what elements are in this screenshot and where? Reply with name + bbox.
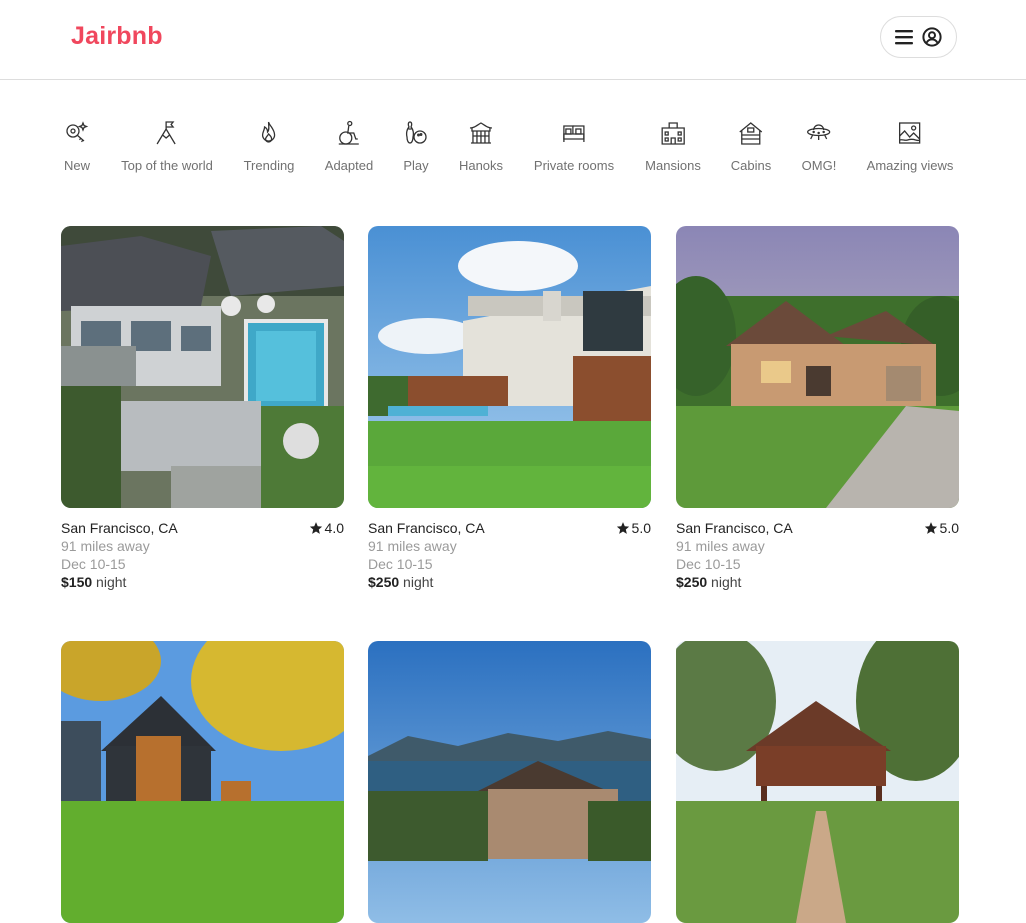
category-label: Top of the world — [121, 158, 213, 173]
listing-distance: 91 miles away — [676, 538, 765, 554]
hamburger-icon — [895, 29, 913, 45]
rating-value: 5.0 — [939, 520, 959, 536]
listing-location: San Francisco, CA — [676, 520, 793, 536]
user-circle-icon — [922, 27, 942, 47]
price-amount: $250 — [676, 574, 708, 590]
category-label: Adapted — [324, 158, 374, 173]
category-hanoks[interactable]: Hanoks — [459, 120, 503, 176]
cabin-icon — [739, 122, 763, 145]
bed-icon — [563, 125, 585, 142]
listing-photo[interactable] — [368, 226, 651, 508]
landscape-icon — [899, 122, 921, 144]
listing-photo[interactable] — [676, 226, 959, 508]
price-amount: $150 — [61, 574, 93, 590]
ufo-icon — [807, 124, 831, 140]
listing-location: San Francisco, CA — [368, 520, 485, 536]
category-label: Cabins — [730, 158, 772, 173]
listing-dates: Dec 10-15 — [676, 556, 741, 572]
category-label: New — [63, 158, 91, 173]
listing-distance: 91 miles away — [368, 538, 457, 554]
price-unit: night — [96, 574, 127, 590]
category-label: OMG! — [801, 158, 837, 173]
price-amount: $250 — [368, 574, 400, 590]
star-icon — [924, 522, 937, 534]
category-trending[interactable]: Trending — [243, 120, 295, 176]
star-icon — [616, 522, 629, 534]
category-adapted[interactable]: Adapted — [325, 120, 373, 176]
rating-value: 5.0 — [631, 520, 651, 536]
listing-rating: 4.0 — [309, 519, 344, 537]
listing-distance: 91 miles away — [61, 538, 150, 554]
listing-dates: Dec 10-15 — [368, 556, 433, 572]
listing-info: San Francisco, CA 5.0 91 miles away Dec … — [368, 519, 651, 591]
category-private-rooms[interactable]: Private rooms — [534, 120, 614, 176]
listing-photo[interactable] — [61, 641, 344, 923]
brand-logo[interactable]: Jairbnb — [71, 22, 163, 51]
top-header: Jairbnb — [0, 0, 1026, 80]
listing-price: $250 night — [676, 573, 959, 591]
category-label: Amazing views — [866, 158, 954, 173]
sparkle-key-icon — [66, 121, 89, 143]
category-amazing-views[interactable]: Amazing views — [866, 120, 954, 176]
listing-card[interactable]: San Francisco, CA 4.0 91 miles away Dec … — [61, 226, 344, 591]
listing-card[interactable]: San Francisco, CA 5.0 91 miles away Dec … — [368, 226, 651, 591]
flame-icon — [262, 121, 276, 143]
category-bar: New Top of the world Trending Adapted Pl… — [0, 120, 1026, 180]
listing-info: San Francisco, CA 5.0 91 miles away Dec … — [676, 519, 959, 591]
wheelchair-icon — [339, 120, 359, 145]
listing-rating: 5.0 — [616, 519, 651, 537]
listing-dates: Dec 10-15 — [61, 556, 126, 572]
listing-card[interactable]: San Francisco, CA 5.0 91 miles away Dec … — [676, 226, 959, 591]
mansion-icon — [661, 122, 685, 145]
listing-photo[interactable] — [61, 226, 344, 508]
category-top-of-the-world[interactable]: Top of the world — [121, 120, 213, 176]
category-play[interactable]: Play — [403, 120, 429, 176]
category-mansions[interactable]: Mansions — [645, 120, 701, 176]
listing-info: San Francisco, CA 4.0 91 miles away Dec … — [61, 519, 344, 591]
price-unit: night — [711, 574, 742, 590]
listing-card[interactable] — [368, 641, 651, 923]
hanok-icon — [469, 122, 493, 144]
rating-value: 4.0 — [324, 520, 344, 536]
user-menu-button[interactable] — [880, 16, 957, 58]
category-label: Play — [403, 158, 429, 173]
bowling-icon — [405, 121, 427, 144]
category-omg[interactable]: OMG! — [801, 120, 837, 176]
star-icon — [309, 522, 322, 534]
category-label: Mansions — [645, 158, 701, 173]
category-label: Hanoks — [458, 158, 504, 173]
category-cabins[interactable]: Cabins — [731, 120, 771, 176]
category-label: Private rooms — [533, 158, 615, 173]
listing-photo[interactable] — [676, 641, 959, 923]
listing-card[interactable] — [676, 641, 959, 923]
listing-card[interactable] — [61, 641, 344, 923]
category-label: Trending — [243, 158, 295, 173]
mountain-flag-icon — [156, 121, 176, 145]
listing-price: $250 night — [368, 573, 651, 591]
listing-location: San Francisco, CA — [61, 520, 178, 536]
listing-rating: 5.0 — [924, 519, 959, 537]
listing-photo[interactable] — [368, 641, 651, 923]
price-unit: night — [403, 574, 434, 590]
listing-price: $150 night — [61, 573, 344, 591]
category-new[interactable]: New — [64, 120, 90, 176]
